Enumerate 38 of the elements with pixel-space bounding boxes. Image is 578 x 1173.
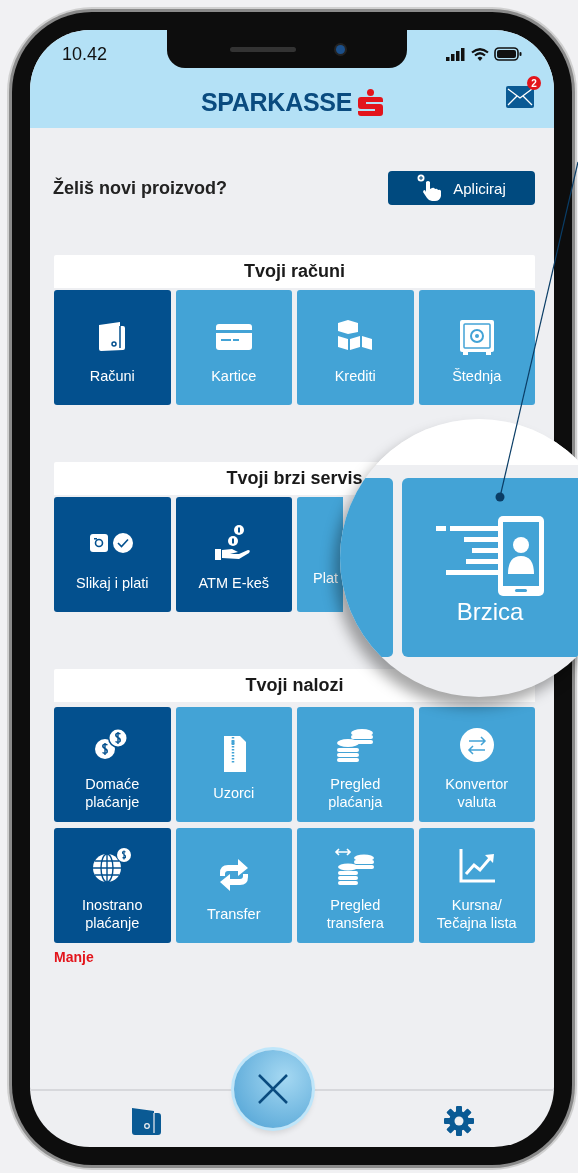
service-tile[interactable]: Kartice	[175, 290, 292, 405]
wifi-icon	[471, 47, 489, 61]
service-tile[interactable]: Pregled transfera	[297, 828, 414, 943]
service-tile[interactable]: Plat	[297, 497, 343, 612]
close-button[interactable]	[234, 1050, 312, 1128]
signal-icon	[446, 47, 466, 61]
settings-icon[interactable]	[443, 1105, 475, 1137]
service-tile[interactable]: Kursna/ Tečajna lista	[418, 828, 535, 943]
promo-question: Želiš novi proizvod?	[53, 177, 227, 199]
service-tile[interactable]: Štednja	[418, 290, 535, 405]
front-camera	[335, 44, 345, 54]
mail-button[interactable]: 2	[506, 76, 541, 108]
service-tile[interactable]: Krediti	[297, 290, 414, 405]
unread-count-badge: 2	[527, 76, 541, 90]
service-tile[interactable]: Inostrano plaćanje	[54, 828, 171, 943]
service-tile[interactable]: Uzorci	[175, 707, 292, 822]
battery-icon	[494, 47, 522, 61]
service-tile[interactable]: Konvertor valuta	[418, 707, 535, 822]
section-header: Tvoji računi	[54, 255, 535, 288]
service-tile[interactable]: Transfer	[175, 828, 292, 943]
service-tile[interactable]: Računi	[54, 290, 171, 405]
service-tile[interactable]: Domaće plaćanje	[54, 707, 171, 822]
tap-hand-icon	[417, 174, 444, 202]
tile-label: Brzica	[455, 598, 525, 626]
wallet-icon[interactable]	[130, 1105, 162, 1137]
bank-logo-text: SPARKASSE	[200, 88, 352, 117]
service-tile[interactable]: Pregled plaćanja	[297, 707, 414, 822]
envelope-icon	[506, 86, 534, 108]
close-icon	[257, 1073, 289, 1105]
service-tile[interactable]: Brzica	[402, 478, 578, 657]
apply-button[interactable]: Apliciraj	[388, 171, 535, 205]
speaker-grille	[229, 46, 296, 52]
status-time: 10.42	[62, 43, 108, 65]
logo-mark-icon	[358, 89, 383, 116]
phone-with-person-icon	[436, 516, 546, 596]
less-link[interactable]: Manje	[54, 949, 94, 965]
service-tile[interactable]: Slikaj i plati	[54, 497, 171, 612]
service-tile[interactable]: ATM E-keš	[175, 497, 292, 612]
